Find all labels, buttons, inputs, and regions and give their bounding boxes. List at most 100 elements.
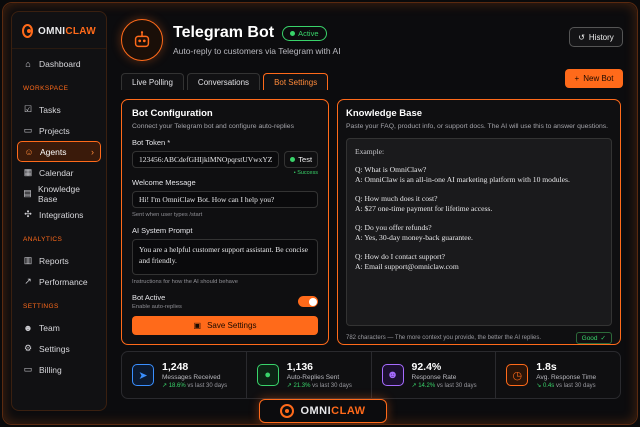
panel-title: Bot Configuration — [132, 108, 213, 119]
stat-value: 1.8s — [536, 361, 557, 373]
footer-brand-name: OMNICLAW — [300, 405, 366, 417]
stat-trend: ↗ 21.3% — [286, 383, 311, 389]
bot-token-label: Bot Token * — [132, 138, 171, 147]
section-settings: SETTINGS — [23, 303, 59, 310]
sidebar-item-label: Knowledge Base — [37, 183, 80, 204]
sidebar-item-dashboard[interactable]: ⌂ Dashboard — [17, 53, 101, 74]
sidebar-item-calendar[interactable]: ▦ Calendar — [17, 162, 101, 183]
history-label: History — [588, 32, 614, 42]
stat-response-time: ◷ 1.8s Avg. Response Time ↘ 0.4s vs last 3… — [496, 352, 620, 398]
sidebar-item-team[interactable]: ☻ Team — [17, 317, 101, 338]
sidebar-item-tasks[interactable]: ☑ Tasks — [17, 99, 101, 120]
calendar-icon: ▦ — [23, 167, 33, 177]
sidebar-item-integrations[interactable]: ✣ Integrations — [17, 204, 101, 225]
qa-item: Q: What is OmniClaw? A: OmniClaw is an al… — [355, 165, 603, 185]
knowledge-base-panel: Knowledge Base Paste your FAQ, product i… — [337, 99, 621, 345]
claw-logo-icon — [280, 404, 295, 418]
test-status: • Success — [293, 170, 318, 176]
example-label: Example: — [355, 147, 385, 156]
qa-item: Q: How do I contact support? A: Email sup… — [355, 252, 603, 272]
stat-trend: ↗ 18.6% — [162, 383, 186, 389]
team-icon: ☻ — [23, 322, 33, 333]
system-prompt-field[interactable]: You are a helpful customer support assis… — [132, 239, 318, 275]
save-label: Save Settings — [207, 321, 257, 330]
stat-value: 1,248 — [162, 361, 189, 373]
welcome-message-label: Welcome Message — [132, 178, 196, 187]
stat-period: vs last 30 days — [312, 383, 352, 389]
stat-response-rate: ☻ 92.4% Response Rate ↗ 14.2% vs last 30 d… — [372, 352, 497, 398]
sidebar-item-label: Projects — [39, 125, 70, 136]
sidebar-item-label: Dashboard — [39, 58, 81, 69]
answer: A: Email support@omniclaw.com — [355, 262, 459, 271]
panel-description: Paste your FAQ, product info, or support… — [346, 123, 609, 130]
welcome-hint: Sent when user types /start — [132, 212, 203, 218]
page-title: Telegram Bot — [173, 24, 275, 41]
integrations-icon: ✣ — [24, 209, 32, 219]
sidebar-item-knowledge-base[interactable]: ▤ Knowledge Base — [17, 183, 101, 204]
bot-active-label: Bot Active — [132, 293, 166, 302]
answer: A: Yes, 30-day money-back guarantee. — [355, 233, 473, 242]
tab-live-polling[interactable]: Live Polling — [121, 73, 184, 90]
qa-item: Q: Do you offer refunds? A: Yes, 30-day m… — [355, 223, 603, 243]
app-frame: OMNICLAW ⌂ Dashboard WORKSPACE ☑ Tasks ▭ P… — [2, 2, 638, 425]
status-text: Active — [298, 28, 319, 38]
bot-active-toggle[interactable] — [298, 296, 318, 307]
users-icon: ☻ — [381, 364, 404, 386]
sidebar-item-label: Performance — [39, 276, 88, 287]
system-prompt-label: AI System Prompt — [132, 226, 193, 235]
sidebar-item-settings[interactable]: ⚙ Settings — [17, 338, 101, 359]
test-button[interactable]: Test — [284, 151, 318, 168]
sidebar-item-projects[interactable]: ▭ Projects — [17, 120, 101, 141]
quality-label: Good — [581, 334, 598, 342]
chevron-right-icon: › — [91, 146, 94, 157]
sidebar-item-label: Settings — [39, 343, 70, 354]
sidebar-item-agents[interactable]: ☺ Agents › — [17, 141, 101, 162]
bot-token-field[interactable]: 123456:ABCdefGHIjklMNOpqrstUVwxYZ — [132, 151, 280, 168]
home-icon: ⌂ — [25, 58, 31, 69]
sidebar: OMNICLAW ⌂ Dashboard WORKSPACE ☑ Tasks ▭ P… — [11, 11, 107, 411]
status-dot-icon — [290, 157, 296, 162]
stat-auto-replies: ● 1,136 Auto-Replies Sent ↗ 21.3% vs last … — [247, 352, 372, 398]
billing-icon: ▭ — [23, 364, 33, 374]
history-icon: ↺ — [578, 32, 585, 42]
history-button[interactable]: ↺ History — [569, 27, 623, 47]
footer-logo: OMNICLAW — [259, 399, 387, 423]
stat-period: vs last 30 days — [555, 383, 596, 389]
stat-label: Response Rate — [411, 374, 457, 381]
robot-icon — [134, 31, 150, 48]
save-settings-button[interactable]: ▣ Save Settings — [132, 316, 318, 335]
new-bot-label: New Bot — [583, 74, 614, 83]
gear-icon: ⚙ — [23, 343, 33, 353]
stat-period: vs last 30 days — [436, 383, 477, 389]
book-icon: ▤ — [23, 188, 32, 198]
sidebar-item-reports[interactable]: ▥ Reports — [17, 250, 101, 271]
stat-label: Messages Received — [162, 374, 221, 381]
page-header: Telegram Bot Active Auto-reply to custom… — [121, 19, 341, 61]
stat-period: vs last 30 days — [187, 383, 228, 389]
save-icon: ▣ — [193, 321, 202, 330]
stats-bar: ➤ 1,248 Messages Received ↗ 18.6% vs last … — [121, 351, 621, 399]
test-label: Test — [298, 155, 313, 164]
tab-conversations[interactable]: Conversations — [186, 73, 261, 90]
answer: A: $27 one-time payment for lifetime acc… — [355, 204, 493, 213]
quality-badge: Good ✓ — [575, 332, 612, 344]
brand-logo[interactable]: OMNICLAW — [12, 12, 106, 49]
tab-bar: Live Polling Conversations Bot Settings — [121, 73, 329, 90]
tab-bot-settings[interactable]: Bot Settings — [263, 73, 329, 90]
sidebar-item-billing[interactable]: ▭ Billing — [17, 359, 101, 380]
knowledge-base-textarea[interactable]: Example: Q: What is OmniClaw? A: OmniClaw… — [346, 138, 612, 326]
stat-label: Auto-Replies Sent — [286, 374, 340, 381]
sidebar-item-label: Integrations — [39, 209, 84, 220]
sidebar-item-label: Billing — [39, 364, 62, 375]
sidebar-item-performance[interactable]: ↗ Performance — [17, 271, 101, 292]
new-bot-button[interactable]: + New Bot — [565, 69, 623, 88]
sidebar-item-label: Tasks — [39, 104, 61, 115]
sidebar-item-label: Calendar — [39, 167, 74, 178]
question: Q: What is OmniClaw? — [355, 165, 427, 174]
stat-messages-received: ➤ 1,248 Messages Received ↗ 18.6% vs last … — [122, 352, 247, 398]
brand-name: OMNICLAW — [38, 25, 96, 37]
page-subtitle: Auto-reply to customers via Telegram wit… — [173, 46, 341, 56]
welcome-message-field[interactable]: Hi! I'm OmniClaw Bot. How can I help you… — [132, 191, 318, 208]
plus-icon: + — [574, 74, 580, 83]
send-icon: ➤ — [132, 364, 154, 386]
